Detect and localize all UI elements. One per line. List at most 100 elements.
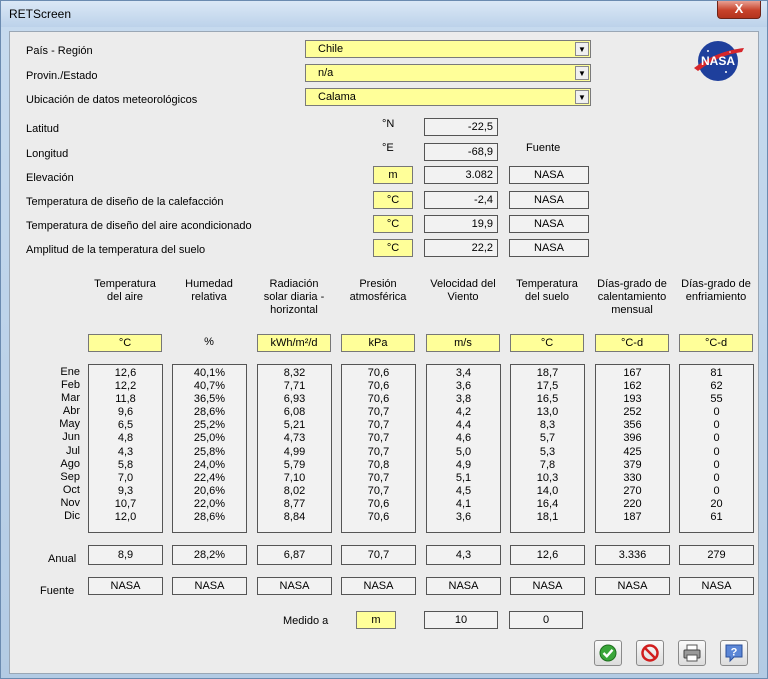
table-cell: 81 — [710, 367, 723, 379]
table-cell: 162 — [623, 380, 642, 393]
ground-temp-amplitude-value[interactable]: 22,2 — [424, 239, 498, 257]
print-button[interactable] — [678, 640, 706, 666]
table-cell: 8,84 — [283, 511, 306, 524]
table-cell: 12,6 — [114, 367, 137, 379]
table-cell: 6,08 — [283, 406, 306, 419]
source-header: Fuente — [526, 142, 561, 154]
table-cell: 5,79 — [283, 458, 306, 471]
table-cell: 10,3 — [536, 471, 559, 484]
elevation-unit: m — [373, 166, 413, 184]
chevron-down-icon[interactable]: ▼ — [575, 42, 589, 56]
table-cell: 20 — [710, 497, 723, 510]
measured-at-unit: m — [356, 611, 396, 629]
column-values-2: 8,32 7,71 6,93 6,08 5,21 4,73 4,99 5,79 7,10 8,02… — [257, 364, 332, 533]
table-cell: 3,8 — [455, 393, 472, 406]
weather-location-label: Ubicación de datos meteorológicos — [26, 94, 198, 106]
source-value-1: NASA — [172, 577, 247, 595]
elevation-value[interactable]: 3.082 — [424, 166, 498, 184]
table-cell: 12,0 — [114, 511, 137, 524]
climate-data-dialog: País - Región Chile ▼ Provin./Estado n/a… — [9, 31, 759, 674]
chevron-down-icon[interactable]: ▼ — [575, 66, 589, 80]
table-cell: 28,6% — [193, 511, 226, 524]
table-cell: 9,6 — [117, 406, 134, 419]
annual-value-3: 70,7 — [341, 545, 416, 565]
table-cell: 4,99 — [283, 445, 306, 458]
month-label: Jun — [62, 431, 80, 444]
help-button[interactable]: ? — [720, 640, 748, 666]
table-cell: 4,3 — [117, 445, 134, 458]
column-values-0: 12,6 12,2 11,8 9,6 6,5 4,8 4,3 5,8 7,0 9,3 10,7 12,… — [88, 364, 163, 533]
close-button[interactable]: X — [717, 1, 761, 19]
ok-button[interactable] — [594, 640, 622, 666]
country-label: País - Región — [26, 45, 93, 57]
table-cell: 13,0 — [536, 406, 559, 419]
source-value-5: NASA — [510, 577, 585, 595]
table-cell: 4,4 — [455, 419, 472, 432]
table-cell: 5,7 — [539, 432, 556, 445]
table-cell: 70,7 — [367, 471, 390, 484]
month-label: Ene — [60, 366, 80, 378]
table-cell: 4,8 — [117, 432, 134, 445]
table-cell: 4,5 — [455, 484, 472, 497]
table-cell: 7,10 — [283, 471, 306, 484]
chevron-down-icon[interactable]: ▼ — [575, 90, 589, 104]
cooling-design-temp-value[interactable]: 19,9 — [424, 215, 498, 233]
table-cell: 40,7% — [193, 380, 226, 393]
cancel-button[interactable] — [636, 640, 664, 666]
table-cell: 70,6 — [367, 511, 390, 524]
table-cell: 5,21 — [283, 419, 306, 432]
table-cell: 3,6 — [455, 380, 472, 393]
source-value-7: NASA — [679, 577, 754, 595]
month-label: Jul — [65, 444, 80, 457]
month-labels: Ene Feb Mar Abr May Jun Jul Ago Sep Oct Nov Dic — [24, 366, 80, 523]
longitude-label: Longitud — [26, 148, 69, 160]
weather-location-value: Calama — [318, 91, 356, 103]
table-cell: 14,0 — [536, 484, 559, 497]
month-label: Mar — [61, 392, 80, 405]
table-cell: 270 — [623, 484, 642, 497]
table-cell: 70,6 — [367, 367, 390, 379]
month-label: Ago — [60, 457, 80, 470]
heating-design-temp-value[interactable]: -2,4 — [424, 191, 498, 209]
table-cell: 6,5 — [117, 419, 134, 432]
annual-value-2: 6,87 — [257, 545, 332, 565]
column-unit-5: °C — [510, 334, 584, 352]
column-values-6: 167 162 193 252 356 396 425 379 330 270 220 187 — [595, 364, 670, 533]
table-cell: 396 — [623, 432, 642, 445]
table-cell: 24,0% — [193, 458, 226, 471]
annual-value-5: 12,6 — [510, 545, 585, 565]
table-cell: 4,2 — [455, 406, 472, 419]
table-cell: 70,7 — [367, 445, 390, 458]
source-value-4: NASA — [426, 577, 501, 595]
table-cell: 40,1% — [193, 367, 226, 379]
title-bar[interactable]: RETScreen X — [1, 1, 767, 27]
table-cell: 4,1 — [455, 497, 472, 510]
heating-design-temp-label: Temperatura de diseño de la calefacción — [26, 196, 224, 208]
weather-location-select[interactable]: Calama ▼ — [305, 88, 591, 106]
table-cell: 17,5 — [536, 380, 559, 393]
table-cell: 22,4% — [193, 471, 226, 484]
table-cell: 4,6 — [455, 432, 472, 445]
table-cell: 3,4 — [455, 367, 472, 379]
country-select[interactable]: Chile ▼ — [305, 40, 591, 58]
column-header-3: Presión atmosférica — [349, 278, 407, 303]
help-icon: ? — [725, 644, 743, 663]
measured-at-wind[interactable]: 10 — [424, 611, 498, 629]
table-cell: 0 — [713, 445, 720, 458]
table-cell: 70,8 — [367, 458, 390, 471]
country-value: Chile — [318, 43, 344, 55]
cooling-design-temp-source: NASA — [509, 215, 589, 233]
table-cell: 20,6% — [193, 484, 226, 497]
table-cell: 18,1 — [536, 511, 559, 524]
table-cell: 425 — [623, 445, 642, 458]
month-label: Dic — [64, 510, 80, 523]
month-label: Feb — [61, 379, 80, 392]
column-values-3: 70,6 70,6 70,6 70,7 70,7 70,7 70,7 70,8 70,7 70,7… — [341, 364, 416, 533]
column-unit-4: m/s — [426, 334, 500, 352]
nasa-logo-text: NASA — [701, 54, 735, 68]
column-values-5: 18,7 17,5 16,5 13,0 8,3 5,7 5,3 7,8 10,3 14,0 16,4… — [510, 364, 585, 533]
ground-temp-amplitude-label: Amplitud de la temperatura del suelo — [26, 244, 206, 256]
table-cell: 8,02 — [283, 484, 306, 497]
province-select[interactable]: n/a ▼ — [305, 64, 591, 82]
ground-temp-amplitude-unit: °C — [373, 239, 413, 257]
